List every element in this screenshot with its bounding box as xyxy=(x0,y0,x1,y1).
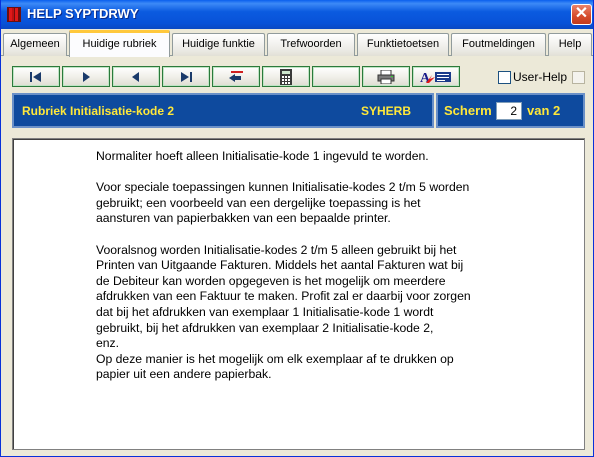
print-button[interactable] xyxy=(362,66,410,87)
play-right-icon xyxy=(83,71,90,82)
back-button[interactable] xyxy=(212,66,260,87)
tab-help[interactable]: Help xyxy=(548,33,592,56)
help-window: HELP SYPTDRWY ✕ Algemeen Huidige rubriek… xyxy=(0,0,594,457)
rubriek-header: Rubriek Initialisatie-kode 2 SYHERB xyxy=(12,93,434,128)
spellcheck-button[interactable]: A xyxy=(412,66,460,87)
calculator-icon xyxy=(280,68,292,85)
tab-foutmeldingen[interactable]: Foutmeldingen xyxy=(451,33,546,56)
rubriek-title: Rubriek Initialisatie-kode 2 xyxy=(22,104,175,118)
scherm-total-label: van 2 xyxy=(527,103,561,118)
app-icon xyxy=(7,7,21,22)
play-left-icon xyxy=(132,71,139,82)
last-icon xyxy=(181,71,192,82)
user-help-label: User-Help xyxy=(513,70,568,84)
last-page-button[interactable] xyxy=(162,66,210,87)
window-title: HELP SYPTDRWY xyxy=(27,6,139,21)
tab-huidige-rubriek[interactable]: Huidige rubriek xyxy=(69,30,170,57)
next-page-button[interactable] xyxy=(62,66,110,87)
rubriek-code: SYHERB xyxy=(361,104,412,118)
scherm-label: Scherm xyxy=(444,103,492,118)
help-content-area[interactable]: Normaliter hoeft alleen Initialisatie-ko… xyxy=(12,138,585,450)
scherm-page-input[interactable]: 2 xyxy=(496,102,522,120)
help-text: Normaliter hoeft alleen Initialisatie-ko… xyxy=(96,149,471,382)
tab-strip: Algemeen Huidige rubriek Huidige funktie… xyxy=(1,29,593,57)
spellcheck-icon: A xyxy=(420,71,451,85)
close-button[interactable]: ✕ xyxy=(571,4,592,25)
scherm-panel: Scherm 2 van 2 xyxy=(436,93,585,128)
tab-funktietoetsen[interactable]: Funktietoetsen xyxy=(357,33,449,56)
blank-button[interactable] xyxy=(312,66,360,87)
tab-algemeen[interactable]: Algemeen xyxy=(3,33,67,56)
previous-page-button[interactable] xyxy=(112,66,160,87)
user-help-checkbox[interactable] xyxy=(498,71,511,84)
svg-text:A: A xyxy=(420,71,431,85)
calculator-button[interactable] xyxy=(262,66,310,87)
back-arrow-icon xyxy=(229,70,243,82)
first-icon xyxy=(30,71,41,82)
tab-huidige-funktie[interactable]: Huidige funktie xyxy=(172,33,265,56)
title-bar[interactable]: HELP SYPTDRWY ✕ xyxy=(1,0,593,29)
tab-trefwoorden[interactable]: Trefwoorden xyxy=(267,33,355,56)
printer-icon xyxy=(377,69,395,84)
first-page-button[interactable] xyxy=(12,66,60,87)
user-help-indicator xyxy=(572,71,585,84)
